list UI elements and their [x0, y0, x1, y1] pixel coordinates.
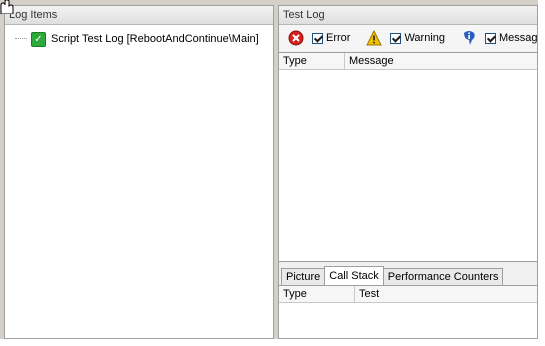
column-type[interactable]: Type — [279, 53, 345, 69]
tab-picture[interactable]: Picture — [281, 268, 326, 285]
log-items-header: Log Items — [5, 6, 273, 25]
passed-check-icon: ✓ — [31, 31, 46, 47]
column-test[interactable]: Test — [355, 286, 537, 302]
filter-messages[interactable]: Messages — [461, 30, 538, 46]
test-log-grid-header: Type Message — [279, 53, 537, 70]
call-stack-grid-header: Type Test — [279, 286, 537, 303]
log-items-panel: Log Items ✓ Script Test Log [RebootAndCo… — [4, 5, 274, 339]
error-checkbox[interactable] — [312, 32, 323, 44]
error-icon — [288, 30, 304, 46]
column-type-bottom[interactable]: Type — [279, 286, 355, 302]
test-log-grid[interactable]: Type Message — [279, 52, 537, 262]
messages-checkbox[interactable] — [485, 32, 497, 44]
filter-error[interactable]: Error — [288, 30, 350, 46]
tab-call-stack[interactable]: Call Stack — [324, 266, 384, 285]
test-log-panel: Test Log Error Warning Messag Type Messa… — [278, 5, 538, 339]
warning-label: Warning — [404, 32, 446, 44]
warning-icon — [366, 30, 383, 46]
details-tabs: Picture Call Stack Performance Counters — [281, 266, 504, 285]
info-icon — [464, 31, 475, 45]
error-label: Error — [326, 32, 351, 44]
test-log-header: Test Log — [279, 6, 537, 25]
log-items-tree: ✓ Script Test Log [RebootAndContinue\Mai… — [5, 25, 273, 338]
hand-cursor-icon — [0, 0, 14, 14]
test-log-toolbar: Error Warning Messages — [279, 25, 537, 51]
warning-checkbox[interactable] — [390, 32, 402, 44]
tree-item-script-test-log[interactable]: ✓ Script Test Log [RebootAndContinue\Mai… — [15, 31, 259, 47]
tab-performance-counters[interactable]: Performance Counters — [382, 268, 504, 285]
column-message[interactable]: Message — [345, 53, 537, 69]
tree-item-label: Script Test Log [RebootAndContinue\Main] — [51, 33, 259, 45]
call-stack-grid[interactable]: Type Test — [279, 285, 537, 338]
app-window: Log Items ✓ Script Test Log [RebootAndCo… — [0, 0, 538, 339]
filter-warning[interactable]: Warning — [366, 30, 445, 46]
messages-label: Messages — [499, 32, 538, 44]
tree-connector — [15, 38, 27, 40]
